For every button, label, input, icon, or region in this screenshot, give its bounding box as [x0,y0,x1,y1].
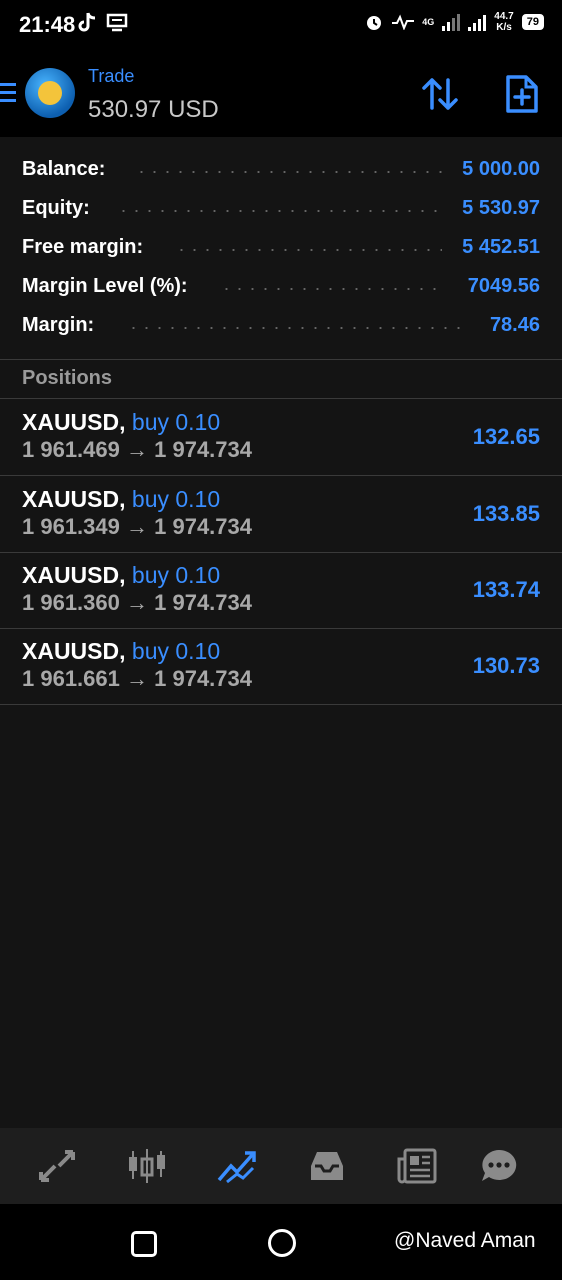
header-balance: 530.97 USD [88,96,219,123]
open-price: 1 961.469 [22,437,120,462]
menu-icon[interactable] [0,83,16,103]
dotted-leader [127,327,467,329]
net-speed: 44.7 K/s [494,11,514,33]
free-margin-value: 5 452.51 [462,236,540,258]
network-type: 4G [422,17,435,27]
system-nav-bar: @Naved Aman [0,1204,562,1280]
margin-value: 78.46 [489,314,540,336]
new-order-icon[interactable] [502,74,542,114]
margin-level-value: 7049.56 [467,275,540,297]
position-symbol: XAUUSD, [22,562,126,588]
position-type: buy 0.10 [131,409,221,435]
messages-icon [482,1149,517,1181]
notification-icon [106,13,128,32]
alarm-icon [367,16,382,30]
status-bar: 21:48 4G 44.7 K/s 79 [0,0,562,50]
position-row[interactable]: XAUUSD, buy 0.10 1 961.360 → 1 974.734 1… [0,552,562,629]
margin-row: Margin: 78.46 [0,306,562,345]
current-price: 1 974.734 [154,514,252,539]
app-logo [25,68,75,118]
current-price: 1 974.734 [154,666,252,691]
position-symbol: XAUUSD, [22,638,126,664]
status-time: 21:48 [19,12,76,37]
signal-icon-2 [468,13,487,31]
equity-label: Equity: [22,197,90,219]
position-row[interactable]: XAUUSD, buy 0.10 1 961.661 → 1 974.734 1… [0,628,562,705]
sort-icon[interactable] [420,74,460,114]
arrow-icon: → [126,514,148,539]
page-title: Trade [88,66,135,86]
nav-history[interactable] [305,1146,349,1186]
margin-label: Margin: [22,314,95,336]
quotes-icon [39,1150,75,1182]
equity-row: Equity: 5 530.97 [0,189,562,228]
activity-icon [392,14,415,30]
divider [0,359,562,360]
position-symbol: XAUUSD, [22,486,126,512]
balance-value: 5 000.00 [462,158,540,180]
open-price: 1 961.349 [22,514,120,539]
dotted-leader [220,288,442,290]
position-profit: 130.73 [472,653,540,678]
arrow-icon: → [126,666,148,691]
position-type: buy 0.10 [131,562,221,588]
margin-level-row: Margin Level (%): 7049.56 [0,267,562,306]
current-price: 1 974.734 [154,590,252,615]
tiktok-icon [78,12,96,32]
balance-row: Balance: 5 000.00 [0,150,562,189]
position-profit: 133.74 [472,577,540,602]
app-header: Trade 530.97 USD [0,50,562,137]
dotted-leader [117,210,442,212]
trade-icon [217,1151,256,1184]
current-price: 1 974.734 [154,437,252,462]
dotted-leader [175,249,442,251]
bottom-nav [0,1128,562,1204]
open-price: 1 961.661 [22,666,120,691]
chart-icon [129,1149,165,1183]
signal-icon [442,13,461,31]
news-icon [397,1148,437,1184]
arrow-icon: → [126,590,148,615]
position-profit: 132.65 [472,424,540,449]
nav-chart[interactable] [125,1146,169,1186]
position-row[interactable]: XAUUSD, buy 0.10 1 961.349 → 1 974.734 1… [0,476,562,553]
open-price: 1 961.360 [22,590,120,615]
position-symbol: XAUUSD, [22,409,126,435]
position-row[interactable]: XAUUSD, buy 0.10 1 961.469 → 1 974.734 1… [0,399,562,476]
account-summary: Balance: 5 000.00 Equity: 5 530.97 Free … [0,150,562,345]
battery-indicator: 79 [521,14,544,30]
history-icon [311,1152,343,1180]
position-profit: 133.85 [472,501,540,526]
nav-news[interactable] [395,1146,439,1186]
nav-trade[interactable] [215,1146,259,1186]
dotted-leader [135,171,442,173]
recent-apps-button[interactable] [131,1231,157,1257]
arrow-icon: → [126,437,148,462]
home-button[interactable] [268,1229,296,1257]
nav-quotes[interactable] [35,1146,79,1186]
positions-header: Positions [22,367,113,389]
position-type: buy 0.10 [131,486,221,512]
nav-messages[interactable] [477,1146,521,1186]
balance-label: Balance: [22,158,106,180]
free-margin-label: Free margin: [22,236,144,258]
margin-level-label: Margin Level (%): [22,275,188,297]
equity-value: 5 530.97 [462,197,540,219]
watermark: @Naved Aman [394,1229,536,1252]
free-margin-row: Free margin: 5 452.51 [0,228,562,267]
position-type: buy 0.10 [131,638,221,664]
